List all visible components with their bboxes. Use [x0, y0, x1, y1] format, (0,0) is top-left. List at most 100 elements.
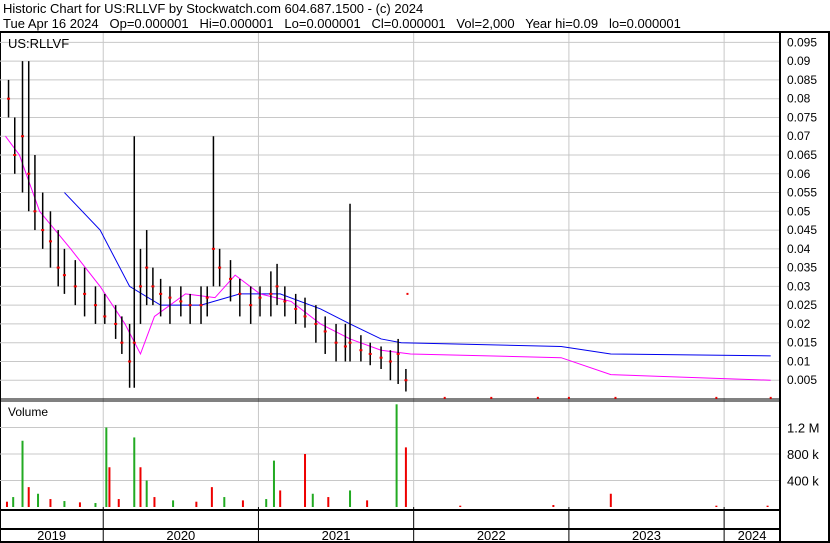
volume-bar: [459, 505, 462, 507]
chart-frame: [0, 31, 830, 543]
volume-bar: [272, 460, 275, 507]
close-marker: [128, 360, 132, 363]
close-marker: [238, 292, 242, 295]
close-dot: [769, 396, 772, 399]
volume-bar: [304, 454, 307, 507]
volume-bar: [609, 493, 612, 507]
close-dot: [443, 396, 446, 399]
volume-bar: [195, 501, 198, 507]
volume-tick-label: 400 k: [787, 474, 819, 489]
year-label: 2023: [632, 528, 661, 543]
price-tick-label: 0.045: [787, 223, 817, 237]
close-marker: [199, 304, 203, 307]
price-panel-label: US:RLLVF: [8, 36, 70, 51]
price-tick-label: 0.03: [787, 279, 811, 293]
close-marker: [229, 277, 233, 280]
close-marker: [258, 296, 262, 299]
close-marker: [283, 300, 287, 303]
volume-bar: [223, 497, 226, 507]
volume-bar: [327, 497, 330, 507]
price-tick-label: 0.015: [787, 336, 817, 350]
price-tick-label: 0.04: [787, 242, 811, 256]
price-tick-label: 0.065: [787, 148, 817, 162]
price-tick-label: 0.085: [787, 73, 817, 87]
close-marker: [138, 285, 142, 288]
volume-bar: [37, 493, 40, 507]
year-label: 2021: [322, 528, 351, 543]
volume-bar: [78, 502, 81, 507]
volume-bar: [21, 440, 24, 507]
close-marker: [114, 322, 118, 325]
close-marker: [211, 247, 215, 250]
volume-bar: [349, 490, 352, 507]
close-marker: [120, 341, 124, 344]
price-tick-label: 0.095: [787, 35, 817, 49]
volume-bar: [311, 493, 314, 507]
year-label: 2019: [37, 528, 66, 543]
volume-bar: [210, 487, 213, 507]
price-tick-label: 0.09: [787, 54, 811, 68]
price-tick-label: 0.02: [787, 317, 811, 331]
price-tick-label: 0.07: [787, 129, 811, 143]
close-marker: [145, 266, 149, 269]
volume-bar: [133, 437, 136, 507]
close-marker: [348, 341, 352, 344]
volume-bar: [139, 467, 142, 507]
close-marker: [168, 296, 172, 299]
volume-tick-label: 1.2 M: [787, 421, 820, 436]
volume-panel-label: Volume: [8, 405, 49, 419]
price-tick-label: 0.05: [787, 204, 811, 218]
close-marker: [388, 360, 392, 363]
close-marker: [56, 266, 60, 269]
close-marker: [48, 240, 52, 243]
short-moving-average-line: [5, 135, 771, 381]
volume-bar: [108, 467, 111, 507]
close-marker: [188, 304, 192, 307]
volume-bar: [395, 404, 398, 507]
volume-bar: [117, 499, 120, 507]
close-marker: [179, 300, 183, 303]
price-tick-label: 0.01: [787, 354, 811, 368]
close-marker: [303, 315, 307, 318]
close-marker: [334, 341, 338, 344]
close-marker: [396, 352, 400, 355]
close-marker: [151, 285, 155, 288]
close-marker: [21, 135, 25, 138]
close-marker: [368, 352, 372, 355]
chart-svg: 0.005 0.01 0.015 0.02 0.025 0.03 0.035 0.04 0.04…: [0, 31, 830, 543]
volume-bar: [766, 505, 769, 507]
price-tick-label: 0.08: [787, 92, 811, 106]
price-tick-label: 0.075: [787, 110, 817, 124]
close-marker: [323, 330, 327, 333]
close-marker: [343, 345, 347, 348]
chart-window: Historic Chart for US:RLLVF by Stockwatc…: [0, 0, 830, 543]
close-marker: [249, 304, 253, 307]
close-marker: [62, 274, 66, 277]
volume-bar: [172, 500, 175, 507]
close-marker: [27, 172, 31, 175]
volume-bar: [552, 505, 555, 507]
price-tick-label: 0.005: [787, 373, 817, 387]
close-marker: [359, 349, 363, 352]
price-tick-label: 0.035: [787, 261, 817, 275]
close-marker: [205, 296, 209, 299]
volume-bar: [49, 499, 52, 507]
volume-bar: [63, 501, 66, 507]
close-marker: [275, 285, 279, 288]
price-tick-label: 0.055: [787, 186, 817, 200]
volume-bar: [5, 501, 8, 507]
volume-bar: [153, 497, 156, 507]
close-marker: [294, 307, 298, 310]
close-marker: [269, 292, 273, 295]
price-tick-label: 0.06: [787, 167, 811, 181]
year-label: 2024: [738, 528, 767, 543]
close-dot: [715, 396, 718, 399]
year-label: 2020: [166, 528, 195, 543]
close-marker: [83, 292, 87, 295]
volume-bar: [279, 490, 282, 507]
close-marker: [159, 292, 163, 295]
close-marker: [33, 210, 37, 213]
volume-bar: [27, 487, 30, 507]
close-marker: [41, 229, 45, 232]
price-tick-label: 0.025: [787, 298, 817, 312]
